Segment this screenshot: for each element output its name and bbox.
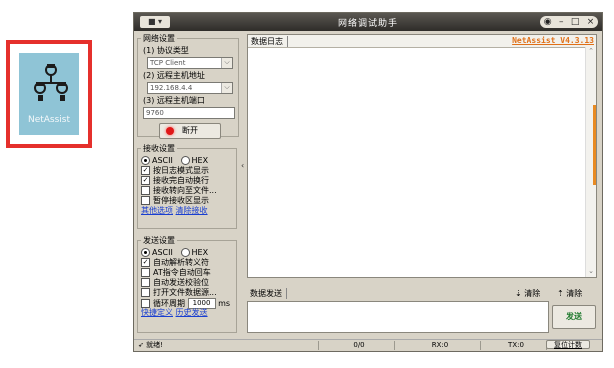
clear-receive-link[interactable]: 清除接收 <box>176 206 208 215</box>
log-header: 数据日志 NetAssist V4.3.13 <box>248 35 596 48</box>
window-controls: ◉ – □ × <box>540 16 598 28</box>
loop-period-row: 循环周期 1000 ms <box>141 298 233 309</box>
receive-hex-radio[interactable] <box>180 156 190 165</box>
status-icon: ➶ <box>138 341 147 349</box>
send-option-checkbox[interactable]: ✓ <box>141 258 150 267</box>
version-link[interactable]: NetAssist V4.3.13 <box>512 36 594 45</box>
receive-option-checkbox[interactable] <box>141 186 150 195</box>
title-bar[interactable]: ■ ▾ 网络调试助手 ◉ – □ × <box>134 13 602 31</box>
disconnect-button-label: 断开 <box>182 126 198 135</box>
send-links-row: 快捷定义 历史发送 <box>141 308 233 318</box>
send-option-checkbox[interactable] <box>141 268 150 277</box>
scroll-down-icon[interactable]: ⌄ <box>586 267 596 277</box>
panel-collapse-toggle[interactable]: ‹ <box>241 161 246 201</box>
clear-send-label: 清除 <box>524 289 541 298</box>
host-address-select[interactable]: 192.168.4.4 <box>147 82 233 94</box>
reset-count-button[interactable]: 复位计数 <box>546 340 590 349</box>
netassist-desktop-shortcut[interactable]: NetAssist <box>6 40 92 148</box>
window-title: 网络调试助手 <box>337 19 398 29</box>
netassist-window: ■ ▾ 网络调试助手 ◉ – □ × 网络设置 (1) 协议类型 TCP Cli… <box>133 12 603 352</box>
receive-format-row: ASCII HEX <box>141 156 233 166</box>
loop-send-checkbox[interactable] <box>141 299 150 308</box>
status-ready-text: 就绪! <box>146 341 163 349</box>
receive-option-row[interactable]: ✓ 接收完自动换行 <box>141 176 233 186</box>
protocol-label: (1) 协议类型 <box>143 46 189 55</box>
receive-option-row[interactable]: 接收转向至文件... <box>141 186 233 196</box>
receive-option-label: 接收完自动换行 <box>153 176 209 185</box>
clear-send-button[interactable]: ⇣ 清除 <box>515 288 540 299</box>
connection-status-icon <box>166 127 174 135</box>
scroll-up-icon[interactable]: ⌃ <box>586 47 596 57</box>
send-option-checkbox[interactable] <box>141 278 150 287</box>
receive-option-checkbox[interactable] <box>141 196 150 205</box>
receive-option-row[interactable]: 暂停接收区显示 <box>141 196 233 206</box>
send-hex-radio[interactable] <box>180 248 190 257</box>
host-label: (2) 远程主机地址 <box>143 71 205 80</box>
send-option-row[interactable]: ✓ 自动解析转义符 <box>141 258 233 268</box>
desktop-icon-label: NetAssist <box>27 115 71 125</box>
receive-option-label: 按日志模式显示 <box>153 166 209 175</box>
status-tx: TX:0 <box>486 341 547 350</box>
receive-option-checkbox[interactable]: ✓ <box>141 176 150 185</box>
receive-settings-legend: 接收设置 <box>143 144 175 153</box>
status-count: 0/0 <box>324 341 395 350</box>
send-option-label: 自动发送校验位 <box>153 278 209 287</box>
data-log-tab[interactable]: 数据日志 <box>251 36 288 47</box>
receive-option-label: 暂停接收区显示 <box>153 196 209 205</box>
loop-period-label: 循环周期 <box>153 299 185 308</box>
receive-links-row: 其他选项 清除接收 <box>141 206 233 216</box>
network-settings-legend: 网络设置 <box>143 34 175 43</box>
receive-hex-label: HEX <box>191 156 209 165</box>
send-option-row[interactable]: 打开文件数据源... <box>141 288 233 298</box>
send-option-row[interactable]: AT指令自动回车 <box>141 268 233 278</box>
receive-option-checkbox[interactable]: ✓ <box>141 166 150 175</box>
send-option-label: 自动解析转义符 <box>153 258 209 267</box>
send-input[interactable] <box>247 301 549 333</box>
protocol-select[interactable]: TCP Client <box>147 57 233 69</box>
send-option-checkbox[interactable] <box>141 288 150 297</box>
scroll-thumb[interactable] <box>593 105 596 185</box>
port-input[interactable]: 9760 <box>143 107 235 119</box>
port-label: (3) 远程主机端口 <box>143 96 205 105</box>
pin-icon[interactable]: ◉ <box>544 16 552 28</box>
send-option-label: 打开文件数据源... <box>153 288 217 297</box>
close-icon[interactable]: × <box>587 16 595 28</box>
send-settings-group: 发送设置 ASCII HEX ✓ 自动解析转义符 AT指令自动回车 自动发送校验位… <box>137 235 237 333</box>
status-bar: ➶ 就绪! 0/0 RX:0 TX:0 复位计数 <box>134 339 602 351</box>
clear-all-label: 清除 <box>566 289 583 298</box>
receive-option-row[interactable]: ✓ 按日志模式显示 <box>141 166 233 176</box>
send-header: 数据发送 ⇣ 清除 ⇡ 清除 <box>247 287 597 299</box>
data-log-area[interactable]: 数据日志 NetAssist V4.3.13 ⌃ ⌄ <box>247 34 597 278</box>
send-option-row[interactable]: 自动发送校验位 <box>141 278 233 288</box>
loop-unit-label: ms <box>218 299 231 308</box>
receive-option-label: 接收转向至文件... <box>153 186 217 195</box>
data-send-tab[interactable]: 数据发送 <box>250 288 287 299</box>
send-ascii-radio[interactable] <box>141 248 150 257</box>
clear-up-icon: ⇡ <box>557 289 567 298</box>
send-ascii-label: ASCII <box>152 248 173 257</box>
send-format-row: ASCII HEX <box>141 248 233 258</box>
shortcut-define-link[interactable]: 快捷定义 <box>141 308 173 317</box>
receive-ascii-radio[interactable] <box>141 156 150 165</box>
status-rx: RX:0 <box>400 341 481 350</box>
status-ready: ➶ 就绪! <box>138 341 319 350</box>
send-settings-legend: 发送设置 <box>143 236 175 245</box>
minimize-icon[interactable]: – <box>559 16 564 28</box>
send-option-label: AT指令自动回车 <box>153 268 211 277</box>
clear-down-icon: ⇣ <box>515 289 525 298</box>
send-hex-label: HEX <box>191 248 209 257</box>
receive-settings-group: 接收设置 ASCII HEX ✓ 按日志模式显示 ✓ 接收完自动换行 接收转向至文件… <box>137 143 237 229</box>
clear-all-button[interactable]: ⇡ 清除 <box>557 288 582 299</box>
maximize-icon[interactable]: □ <box>571 16 580 28</box>
send-button[interactable]: 发送 <box>552 305 596 329</box>
disconnect-button[interactable]: 断开 <box>159 123 221 139</box>
network-settings-group: 网络设置 (1) 协议类型 TCP Client (2) 远程主机地址 192.… <box>137 33 239 139</box>
send-history-link[interactable]: 历史发送 <box>176 308 208 317</box>
netassist-icon-tile: NetAssist <box>19 53 79 135</box>
log-scrollbar[interactable]: ⌃ ⌄ <box>585 47 596 277</box>
receive-ascii-label: ASCII <box>152 156 173 165</box>
network-nodes-icon <box>34 64 68 101</box>
receive-more-options-link[interactable]: 其他选项 <box>141 206 173 215</box>
